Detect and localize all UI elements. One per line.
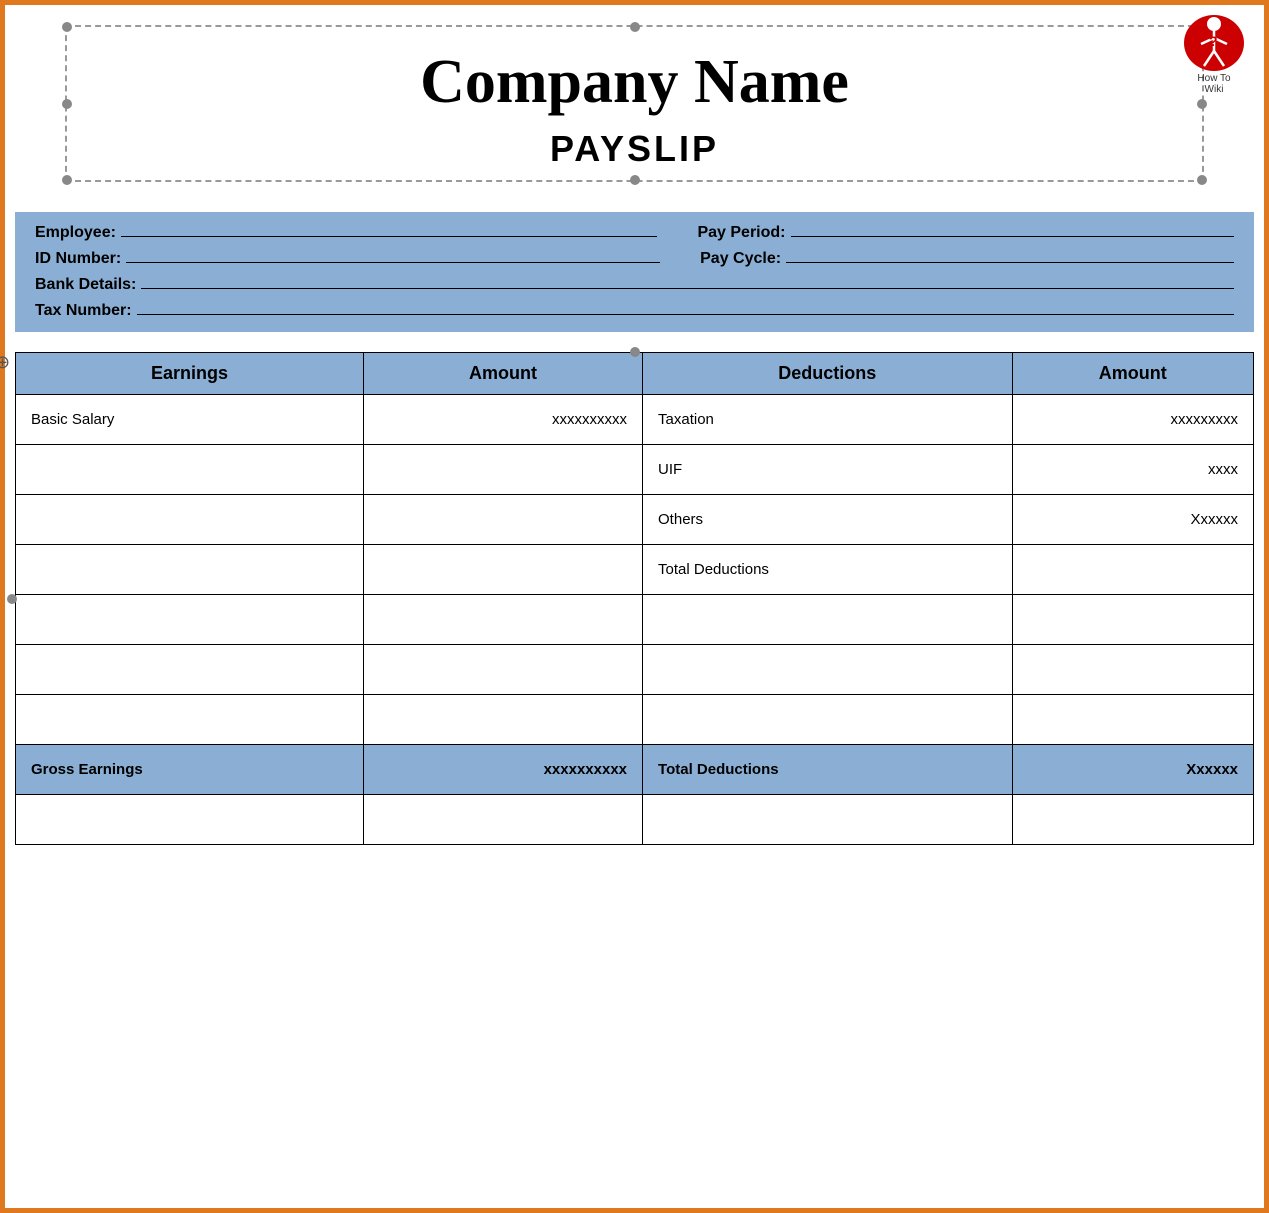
table-row: UIF xxxx: [16, 445, 1254, 495]
handle-br: [1197, 175, 1207, 185]
th-amount-right: Amount: [1012, 353, 1253, 395]
payslip-table: Earnings Amount Deductions Amount Basic …: [15, 352, 1254, 845]
table-row: Others Xxxxxx: [16, 495, 1254, 545]
td-earning-amount-1: [363, 445, 642, 495]
td-deduction-3: Total Deductions: [643, 545, 1013, 595]
td-earning-amount-6: [363, 695, 642, 745]
th-earnings: Earnings: [16, 353, 364, 395]
td-deduction-5: [643, 645, 1013, 695]
td-earning-amount-4: [363, 595, 642, 645]
table-row: [16, 645, 1254, 695]
gross-earnings-label: Gross Earnings: [16, 745, 364, 795]
howto-logo: ? How To Wiki: [1174, 15, 1254, 95]
howto-circle: ?: [1184, 15, 1244, 71]
td-earning-amount-2: [363, 495, 642, 545]
tax-number-label: Tax Number:: [35, 302, 132, 320]
td-earning-6: [16, 695, 364, 745]
handle-bc: [630, 175, 640, 185]
th-amount-left: Amount: [363, 353, 642, 395]
pay-cycle-pair: Pay Cycle:: [700, 250, 1234, 268]
table-row: [16, 695, 1254, 745]
employee-field-line: [121, 236, 658, 237]
td-earning-3: [16, 545, 364, 595]
handle-tc: [630, 22, 640, 32]
pay-cycle-field-line: [786, 262, 1234, 263]
td-earning-amount-5: [363, 645, 642, 695]
employee-row-2: ID Number: Pay Cycle:: [35, 250, 1234, 268]
td-deduction-amount-0: xxxxxxxxx: [1012, 395, 1253, 445]
table-wrapper: ⊕ Earnings Amount Deductions Amount Basi…: [15, 352, 1254, 845]
employee-label: Employee:: [35, 224, 116, 242]
employee-row-3: Bank Details:: [35, 276, 1234, 294]
handle-ml: [62, 99, 72, 109]
td-deduction-amount-3: [1012, 545, 1253, 595]
td-deduction-1: UIF: [643, 445, 1013, 495]
company-section: Company Name PAYSLIP: [65, 25, 1204, 182]
total-deductions-label: Total Deductions: [643, 745, 1013, 795]
employee-section: Employee: Pay Period: ID Number: Pay Cyc…: [15, 212, 1254, 332]
payslip-title: PAYSLIP: [97, 128, 1172, 170]
td-deduction-amount-5: [1012, 645, 1253, 695]
handle-mr: [1197, 99, 1207, 109]
id-number-field-line: [126, 262, 660, 263]
handle-bl: [62, 175, 72, 185]
td-earning-2: [16, 495, 364, 545]
td-earning-1: [16, 445, 364, 495]
howto-label: How To Wiki: [1197, 73, 1230, 95]
pay-period-label: Pay Period:: [697, 224, 785, 242]
td-deduction-6: [643, 695, 1013, 745]
td-earning-0: Basic Salary: [16, 395, 364, 445]
bank-details-label: Bank Details:: [35, 276, 136, 294]
td-earning-5: [16, 645, 364, 695]
td-deduction-amount-2: Xxxxxx: [1012, 495, 1253, 545]
employee-row-1: Employee: Pay Period:: [35, 224, 1234, 242]
td-earning-amount-0: xxxxxxxxxx: [363, 395, 642, 445]
stick-figure-icon: ?: [1189, 16, 1239, 71]
td-deduction-2: Others: [643, 495, 1013, 545]
table-row: Basic Salary xxxxxxxxxx Taxation xxxxxxx…: [16, 395, 1254, 445]
td-deduction-amount-1: xxxx: [1012, 445, 1253, 495]
tax-number-field-line: [137, 314, 1234, 315]
pay-cycle-label: Pay Cycle:: [700, 250, 781, 268]
final-col-1: [16, 795, 364, 845]
summary-row: Gross Earnings xxxxxxxxxx Total Deductio…: [16, 745, 1254, 795]
handle-tl: [62, 22, 72, 32]
final-col-2: [363, 795, 642, 845]
td-deduction-4: [643, 595, 1013, 645]
page-wrapper: ? How To Wiki Company Name PAYSLIP Emplo…: [0, 0, 1269, 1213]
table-top-handle: [630, 347, 640, 357]
table-row: Total Deductions: [16, 545, 1254, 595]
company-name: Company Name: [97, 47, 1172, 118]
svg-text:?: ?: [1209, 33, 1218, 49]
table-side-handle: [7, 594, 17, 604]
pay-period-field-line: [791, 236, 1235, 237]
final-col-4: [1012, 795, 1253, 845]
bank-details-field-line: [141, 288, 1234, 289]
td-deduction-amount-4: [1012, 595, 1253, 645]
th-deductions: Deductions: [643, 353, 1013, 395]
id-number-label: ID Number:: [35, 250, 121, 268]
move-icon: ⊕: [0, 352, 10, 373]
employee-row-4: Tax Number:: [35, 302, 1234, 320]
total-deductions-amount: Xxxxxx: [1012, 745, 1253, 795]
td-earning-4: [16, 595, 364, 645]
pay-period-pair: Pay Period:: [697, 224, 1234, 242]
gross-earnings-amount: xxxxxxxxxx: [363, 745, 642, 795]
final-col-3: [643, 795, 1013, 845]
td-deduction-amount-6: [1012, 695, 1253, 745]
td-deduction-0: Taxation: [643, 395, 1013, 445]
td-earning-amount-3: [363, 545, 642, 595]
final-row: [16, 795, 1254, 845]
table-row: [16, 595, 1254, 645]
table-header-row: Earnings Amount Deductions Amount: [16, 353, 1254, 395]
